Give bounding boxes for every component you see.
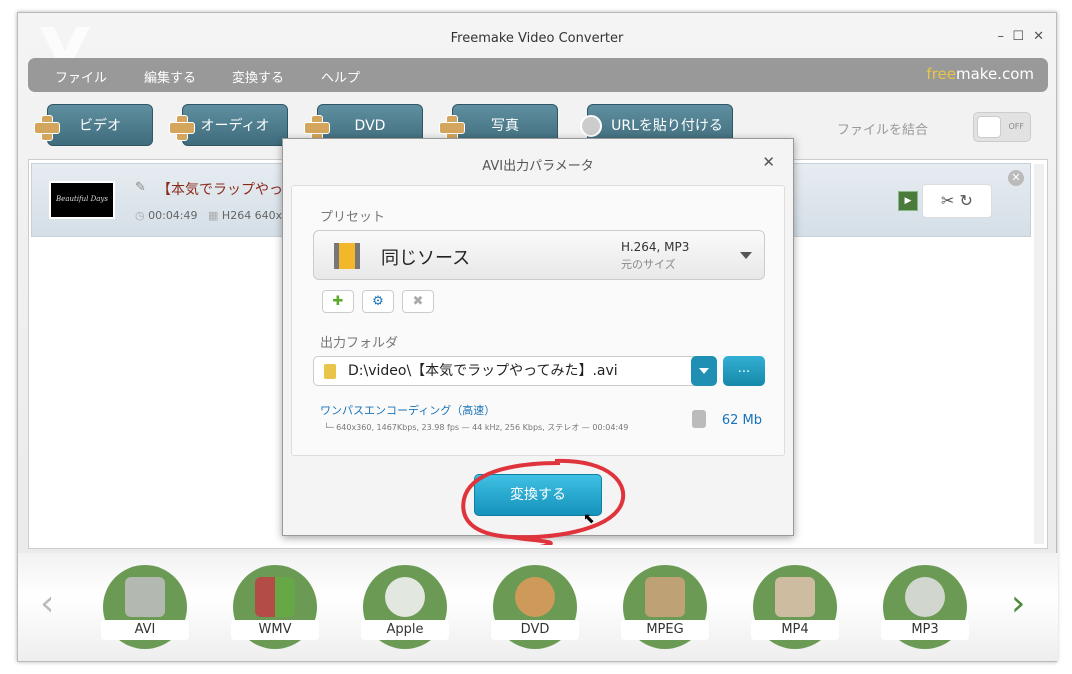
add-video-label: ビデオ (79, 118, 121, 134)
file-duration: 00:04:49 (148, 209, 198, 222)
format-label: AVI (101, 620, 189, 640)
menu-convert[interactable]: 変換する (232, 67, 284, 86)
format-dvd[interactable]: DVD (491, 565, 579, 649)
plus-icon (304, 115, 330, 141)
minimize-button[interactable]: – (998, 29, 1005, 44)
merge-files-toggle[interactable]: OFF (973, 112, 1031, 142)
format-wmv[interactable]: WMV (231, 565, 319, 649)
remove-file-button[interactable]: ✕ (1008, 170, 1024, 186)
preset-codec: H.264, MP3 (621, 240, 690, 254)
file-size-icon (692, 410, 706, 428)
format-mp4[interactable]: MP4 (751, 565, 839, 649)
maximize-button[interactable]: ☐ (1012, 29, 1024, 44)
preset-size: 元のサイズ (621, 258, 676, 271)
rename-pencil-icon[interactable]: ✎ (135, 180, 146, 195)
format-label: MP4 (751, 620, 839, 640)
brand-make: make.com (956, 65, 1034, 83)
path-dropdown-button[interactable] (691, 356, 717, 386)
menu-bar: ファイル 編集する 変換する ヘルプ freemake.com (28, 58, 1048, 92)
plus-icon (439, 115, 465, 141)
film-icon: ▦ (208, 209, 219, 222)
delete-preset-button[interactable]: ✖ (402, 290, 434, 313)
preset-name: 同じソース (381, 248, 471, 269)
estimated-size: 62 Mb (721, 413, 762, 428)
scrollbar[interactable] (1034, 164, 1044, 544)
brand-link[interactable]: freemake.com (926, 65, 1034, 83)
add-video-button[interactable]: ビデオ (34, 104, 153, 146)
add-preset-button[interactable]: ✚ (322, 290, 354, 313)
output-path-field[interactable]: D:\video\【本気でラップやってみた】.avi (313, 356, 710, 386)
encoding-details: └─ 640x360, 1467Kbps, 23.98 fps — 44 kHz… (324, 423, 629, 432)
plus-icon (169, 115, 195, 141)
add-audio-button[interactable]: オーディオ (169, 104, 288, 146)
paste-url-label: URLを貼り付ける (611, 118, 723, 134)
format-label: Apple (361, 620, 449, 640)
add-dvd-label: DVD (354, 118, 386, 134)
edit-button[interactable]: ✂ ↻ (922, 184, 992, 218)
menu-help[interactable]: ヘルプ (321, 67, 360, 86)
film-icon (334, 243, 360, 269)
toggle-knob (977, 116, 1001, 138)
file-meta: ◷ 00:04:49 ▦ H264 640x (135, 209, 282, 222)
preset-label: プリセット (320, 210, 386, 225)
earphones-icon (905, 577, 945, 617)
chevron-down-icon (740, 252, 752, 265)
dialog-panel: プリセット 同じソース H.264, MP3 元のサイズ ✚ ⚙ ✖ 出力フォル… (291, 185, 785, 456)
media-player-icon (775, 577, 815, 617)
close-button[interactable]: ✕ (1033, 29, 1044, 44)
format-label: WMV (231, 620, 319, 640)
toggle-state: OFF (1008, 122, 1025, 131)
add-audio-label: オーディオ (200, 118, 270, 134)
mouse-cursor-icon: ⬉ (583, 511, 595, 527)
windows-flag-icon (255, 577, 295, 617)
play-button[interactable]: ▶ (898, 191, 918, 211)
format-bar: ‹ AVI WMV Apple DVD MPEG MP4 MP3 › (18, 553, 1058, 661)
tv-icon (645, 577, 685, 617)
format-mp3[interactable]: MP3 (881, 565, 969, 649)
file-name: 【本気でラップやって (157, 182, 297, 198)
format-avi[interactable]: AVI (101, 565, 189, 649)
preset-settings-button[interactable]: ⚙ (362, 290, 394, 313)
format-mpeg[interactable]: MPEG (621, 565, 709, 649)
apple-icon (385, 577, 425, 617)
menu-file[interactable]: ファイル (55, 67, 107, 86)
dialog-close-button[interactable]: ✕ (762, 153, 775, 171)
encoding-mode-link[interactable]: ワンパスエンコーディング（高速） (320, 402, 495, 418)
preset-dropdown[interactable]: 同じソース H.264, MP3 元のサイズ (313, 230, 765, 280)
browse-button[interactable]: ... (723, 356, 765, 386)
dialog-title: AVI出力パラメータ (482, 159, 594, 174)
output-path-value: D:\video\【本気でラップやってみた】.avi (348, 363, 618, 379)
clock-icon: ◷ (135, 209, 145, 222)
output-folder-label: 出力フォルダ (320, 336, 399, 351)
clapperboard-icon (125, 577, 165, 617)
format-label: MP3 (881, 620, 969, 640)
globe-icon (580, 115, 602, 137)
next-formats-arrow[interactable]: › (1011, 583, 1025, 624)
folder-icon (324, 364, 336, 379)
brand-free: free (926, 65, 956, 83)
avi-output-dialog: AVI出力パラメータ ✕ プリセット 同じソース H.264, MP3 元のサイ… (282, 138, 794, 536)
window-title: Freemake Video Converter (450, 31, 624, 46)
plus-icon (34, 115, 60, 141)
disc-icon (515, 577, 555, 617)
add-photo-label: 写真 (491, 118, 519, 134)
merge-files-label: ファイルを結合 (836, 123, 928, 138)
format-label: DVD (491, 620, 579, 640)
format-label: MPEG (621, 620, 709, 640)
video-thumbnail: Beautiful Days (49, 181, 115, 219)
format-apple[interactable]: Apple (361, 565, 449, 649)
convert-button[interactable]: 変換する (474, 474, 602, 516)
file-codec: H264 640x (221, 209, 283, 222)
prev-formats-arrow[interactable]: ‹ (40, 583, 54, 624)
menu-edit[interactable]: 編集する (144, 67, 196, 86)
